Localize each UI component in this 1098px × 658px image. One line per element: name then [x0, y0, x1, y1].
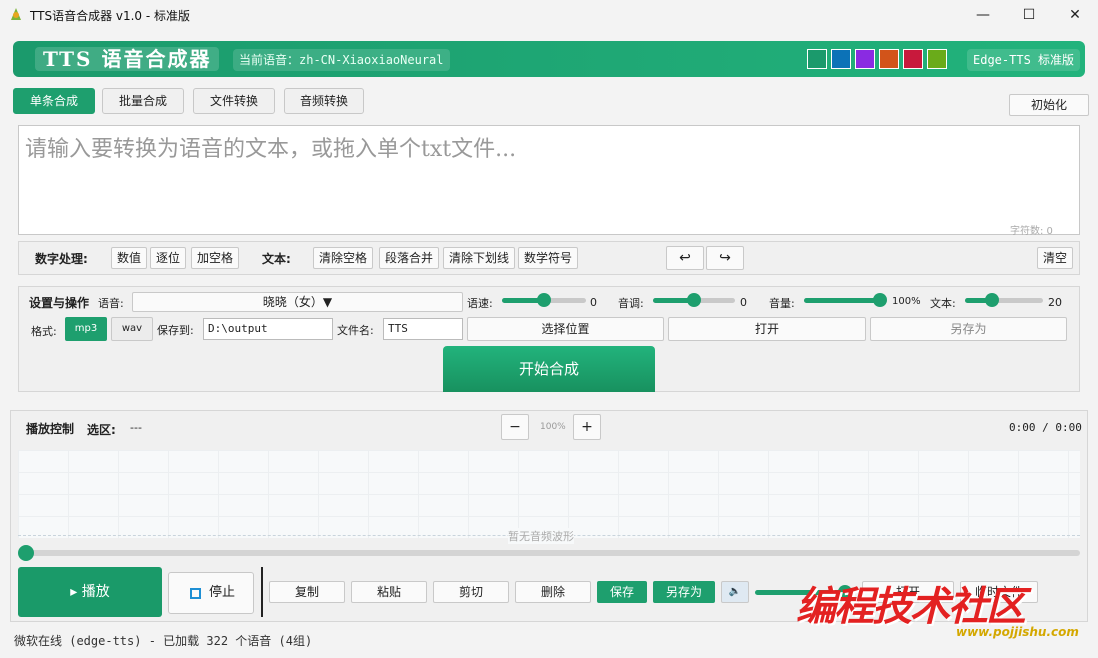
start-synthesis-button[interactable]: 开始合成 — [443, 346, 655, 392]
zoom-level: 100% — [540, 422, 566, 432]
speaker-icon[interactable]: 🔈 — [721, 581, 749, 603]
math-symbol-button[interactable]: 数学符号 — [518, 247, 579, 269]
waveform-area[interactable] — [18, 450, 1080, 538]
window-title: TTS语音合成器 v1.0 - 标准版 — [30, 9, 191, 23]
seek-bar[interactable] — [22, 550, 1080, 556]
minimize-button[interactable]: — — [960, 0, 1006, 30]
voice-label: 语音: — [98, 297, 124, 310]
speed-label: 语速: — [467, 297, 493, 310]
save-audio-as-button[interactable]: 另存为 — [653, 581, 715, 603]
text-size-value: 20 — [1048, 296, 1062, 309]
number-processing-label: 数字处理: — [35, 252, 88, 266]
volume-slider-knob[interactable] — [873, 293, 887, 307]
char-count: 字符数: 0 — [1010, 226, 1053, 237]
brand-title: TTS 语音合成器 — [35, 47, 220, 71]
text-label: 文本: — [262, 252, 291, 266]
remove-space-button[interactable]: 清除空格 — [313, 247, 374, 269]
format-mp3-button[interactable]: mp3 — [65, 317, 107, 341]
delete-button[interactable]: 删除 — [515, 581, 591, 603]
voice-select[interactable]: 晓晓（女）▼ — [132, 292, 463, 312]
tab-single[interactable]: 单条合成 — [13, 88, 95, 114]
title-bar: TTS语音合成器 v1.0 - 标准版 — ☐ ✕ — [0, 0, 1098, 30]
tab-audio[interactable]: 音频转换 — [284, 88, 364, 114]
choose-location-button[interactable]: 选择位置 — [467, 317, 664, 341]
selection-label: 选区: — [87, 423, 116, 437]
pitch-value: 0 — [740, 296, 747, 309]
edition-badge: Edge-TTS 标准版 — [967, 49, 1081, 71]
watermark-logo: 编程技术社区 — [796, 583, 1026, 630]
volume-value: 100% — [892, 296, 921, 307]
undo-button[interactable]: ↩ — [666, 246, 704, 270]
filename-input[interactable]: TTS — [383, 318, 463, 340]
theme-swatch-lime[interactable] — [927, 49, 947, 69]
stop-icon — [190, 588, 201, 599]
theme-swatch-blue[interactable] — [831, 49, 851, 69]
stop-label: 停止 — [209, 585, 236, 600]
settings-title: 设置与操作 — [29, 296, 90, 310]
status-bar: 微软在线 (edge-tts) - 已加载 322 个语音 (4组) — [14, 634, 313, 648]
number-value-button[interactable]: 数值 — [111, 247, 148, 269]
save-as-button[interactable]: 另存为 — [870, 317, 1067, 341]
save-path-input[interactable]: D:\output — [203, 318, 333, 340]
theme-swatch-red[interactable] — [903, 49, 923, 69]
selection-value: --- — [130, 421, 142, 434]
number-digit-button[interactable]: 逐位 — [150, 247, 187, 269]
app-icon — [8, 6, 24, 22]
theme-swatch-orange[interactable] — [879, 49, 899, 69]
format-label: 格式: — [31, 325, 57, 338]
tab-batch[interactable]: 批量合成 — [102, 88, 184, 114]
play-button[interactable]: ▸ 播放 — [18, 567, 162, 617]
reset-button[interactable]: 初始化 — [1009, 94, 1089, 116]
merge-paragraph-button[interactable]: 段落合并 — [379, 247, 440, 269]
clear-button[interactable]: 清空 — [1037, 247, 1074, 269]
tab-file[interactable]: 文件转换 — [193, 88, 275, 114]
current-voice-label: 当前语音：zh-CN-XiaoxiaoNeural — [233, 49, 450, 71]
volume-slider-fill — [804, 298, 880, 303]
seek-knob[interactable] — [18, 545, 34, 561]
redo-button[interactable]: ↪ — [706, 246, 744, 270]
waveform-empty-text: 暂无音频波形 — [508, 528, 574, 544]
watermark-url: www.pojjishu.com — [956, 625, 1079, 639]
save-audio-button[interactable]: 保存 — [597, 581, 647, 603]
paste-button[interactable]: 粘贴 — [351, 581, 427, 603]
stop-button[interactable]: 停止 — [168, 572, 254, 614]
open-folder-button[interactable]: 打开 — [668, 317, 866, 341]
volume-label: 音量: — [769, 297, 795, 310]
theme-swatch-purple[interactable] — [855, 49, 875, 69]
toolbar-divider — [261, 567, 263, 617]
cut-button[interactable]: 剪切 — [433, 581, 509, 603]
pitch-label: 音调: — [618, 297, 644, 310]
zoom-out-button[interactable]: − — [501, 414, 529, 440]
pitch-slider-knob[interactable] — [687, 293, 701, 307]
close-button[interactable]: ✕ — [1052, 0, 1098, 30]
speed-value: 0 — [590, 296, 597, 309]
time-display: 0:00 / 0:00 — [1009, 421, 1082, 434]
format-wav-button[interactable]: wav — [111, 317, 153, 341]
text-input[interactable]: 请输入要转换为语音的文本，或拖入单个txt文件... — [18, 125, 1080, 235]
app-header: TTS 语音合成器 当前语音：zh-CN-XiaoxiaoNeural Edge… — [13, 41, 1085, 77]
save-path-label: 保存到: — [157, 324, 194, 337]
filename-label: 文件名: — [337, 324, 374, 337]
maximize-button[interactable]: ☐ — [1006, 0, 1052, 30]
theme-swatch-green[interactable] — [807, 49, 827, 69]
copy-button[interactable]: 复制 — [269, 581, 345, 603]
remove-underscore-button[interactable]: 清除下划线 — [443, 247, 516, 269]
speed-slider-knob[interactable] — [537, 293, 551, 307]
text-size-label: 文本: — [930, 297, 956, 310]
number-space-button[interactable]: 加空格 — [191, 247, 240, 269]
zoom-in-button[interactable]: + — [573, 414, 601, 440]
playback-title: 播放控制 — [26, 422, 75, 436]
